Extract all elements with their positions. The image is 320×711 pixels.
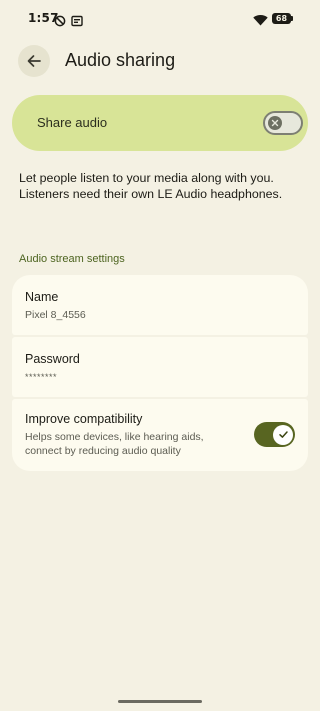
status-bar: 1:57 68 <box>0 0 320 38</box>
section-header: Audio stream settings <box>19 253 125 265</box>
share-audio-toggle[interactable] <box>263 111 303 135</box>
do-not-disturb-icon <box>54 12 66 31</box>
close-icon <box>271 119 279 127</box>
arrow-back-icon <box>27 55 41 67</box>
toggle-thumb <box>273 424 293 445</box>
improve-compatibility-title: Improve compatibility <box>25 412 143 426</box>
share-audio-switch-bar[interactable]: Share audio <box>12 95 308 151</box>
audio-sharing-description: Let people listen to your media along wi… <box>19 171 283 201</box>
back-button[interactable] <box>18 45 50 77</box>
wifi-icon <box>253 11 268 30</box>
toggle-thumb <box>268 116 282 130</box>
screen-cast-icon <box>71 12 83 31</box>
battery-icon: 68 <box>272 13 291 24</box>
share-audio-label: Share audio <box>37 115 108 130</box>
name-summary: Pixel 8_4556 <box>25 309 86 321</box>
check-icon <box>278 431 288 438</box>
improve-compatibility-summary: Helps some devices, like hearing aids, c… <box>25 431 204 457</box>
gesture-nav-handle[interactable] <box>118 700 202 703</box>
page-title: Audio sharing <box>65 50 176 70</box>
battery-cap <box>291 16 293 21</box>
improve-compatibility-preference[interactable]: Improve compatibility Helps some devices… <box>12 399 308 471</box>
improve-compatibility-toggle[interactable] <box>254 422 295 447</box>
password-title: Password <box>25 352 80 366</box>
toolbar: Audio sharing <box>0 38 320 84</box>
name-title: Name <box>25 290 59 304</box>
password-preference[interactable]: Password ******** <box>12 337 308 397</box>
name-preference[interactable]: Name Pixel 8_4556 <box>12 275 308 335</box>
password-summary: ******** <box>25 372 58 382</box>
